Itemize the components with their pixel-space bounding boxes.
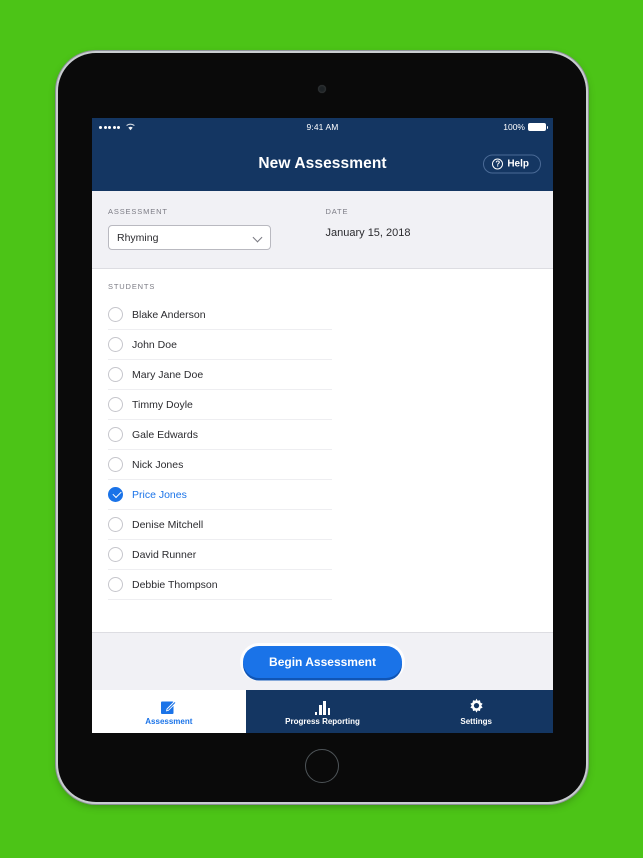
checkbox-unchecked-icon[interactable]: [108, 457, 123, 472]
student-name: Price Jones: [132, 488, 187, 501]
tablet-screen: 9:41 AM 100% New Assessment ? Help ASSES…: [92, 118, 553, 733]
status-bar-time: 9:41 AM: [306, 122, 339, 132]
student-row[interactable]: Timmy Doyle: [108, 390, 332, 420]
help-button-label: Help: [507, 158, 529, 169]
checkbox-unchecked-icon[interactable]: [108, 337, 123, 352]
student-row[interactable]: David Runner: [108, 540, 332, 570]
status-bar-left: [99, 122, 136, 133]
checkbox-unchecked-icon[interactable]: [108, 547, 123, 562]
checkbox-unchecked-icon[interactable]: [108, 397, 123, 412]
tab-settings[interactable]: Settings: [399, 690, 553, 733]
gear-icon: [468, 698, 485, 715]
help-button[interactable]: ? Help: [483, 154, 541, 173]
assessment-meta-section: ASSESSMENT Rhyming DATE January 15, 2018: [92, 191, 553, 269]
student-row[interactable]: Mary Jane Doe: [108, 360, 332, 390]
student-row[interactable]: Debbie Thompson: [108, 570, 332, 600]
student-name: Mary Jane Doe: [132, 368, 204, 381]
students-section: STUDENTS Blake Anderson John Doe Mary Jane…: [92, 269, 553, 632]
tab-label: Assessment: [145, 716, 193, 726]
student-row[interactable]: Nick Jones: [108, 450, 332, 480]
students-section-label: STUDENTS: [108, 282, 156, 291]
tab-assessment[interactable]: Assessment: [92, 690, 246, 733]
checkbox-unchecked-icon[interactable]: [108, 517, 123, 532]
tab-progress-reporting[interactable]: Progress Reporting: [246, 690, 400, 733]
wifi-icon: [125, 122, 136, 133]
student-row[interactable]: Gale Edwards: [108, 420, 332, 450]
checkbox-checked-icon[interactable]: [108, 487, 123, 502]
date-field-group: DATE January 15, 2018: [320, 207, 538, 250]
question-circle-icon: ?: [492, 158, 504, 169]
navigation-bar: New Assessment ? Help: [92, 136, 553, 191]
assessment-select[interactable]: Rhyming: [108, 225, 271, 250]
student-name: David Runner: [132, 548, 197, 561]
battery-percent-label: 100%: [503, 122, 525, 132]
student-name: John Doe: [132, 338, 177, 351]
battery-full-icon: [528, 123, 548, 131]
checkbox-unchecked-icon[interactable]: [108, 367, 123, 382]
student-row[interactable]: Denise Mitchell: [108, 510, 332, 540]
student-row[interactable]: Price Jones: [108, 480, 332, 510]
status-bar-right: 100%: [503, 122, 548, 132]
chevron-down-icon: [253, 233, 262, 242]
page-title: New Assessment: [258, 154, 387, 172]
assessment-field-group: ASSESSMENT Rhyming: [108, 207, 320, 250]
home-button[interactable]: [305, 749, 339, 783]
checkbox-unchecked-icon[interactable]: [108, 427, 123, 442]
student-name: Blake Anderson: [132, 308, 206, 321]
tab-label: Settings: [460, 716, 492, 726]
student-row[interactable]: John Doe: [108, 330, 332, 360]
front-camera-icon: [318, 85, 326, 93]
student-name: Nick Jones: [132, 458, 184, 471]
bar-chart-icon: [314, 698, 331, 715]
assessment-field-label: ASSESSMENT: [108, 207, 168, 216]
date-field-label: DATE: [325, 207, 349, 216]
student-row[interactable]: Blake Anderson: [108, 300, 332, 330]
footer-action-bar: Begin Assessment: [92, 632, 553, 690]
students-list: Blake Anderson John Doe Mary Jane Doe Timmy…: [108, 300, 332, 600]
assessment-select-value: Rhyming: [117, 231, 159, 244]
student-name: Debbie Thompson: [132, 578, 218, 591]
bottom-tab-bar: Assessment Progress Reporting Settings: [92, 690, 553, 733]
tablet-device-frame: 9:41 AM 100% New Assessment ? Help ASSES…: [58, 53, 586, 802]
status-bar: 9:41 AM 100%: [92, 118, 553, 136]
student-name: Denise Mitchell: [132, 518, 204, 531]
checkbox-unchecked-icon[interactable]: [108, 577, 123, 592]
begin-assessment-button[interactable]: Begin Assessment: [243, 645, 402, 678]
student-name: Gale Edwards: [132, 428, 198, 441]
checkbox-unchecked-icon[interactable]: [108, 307, 123, 322]
tab-label: Progress Reporting: [285, 716, 360, 726]
student-name: Timmy Doyle: [132, 398, 193, 411]
date-value: January 15, 2018: [325, 227, 411, 239]
pencil-square-icon: [160, 698, 177, 715]
signal-dots-icon: [99, 125, 120, 129]
